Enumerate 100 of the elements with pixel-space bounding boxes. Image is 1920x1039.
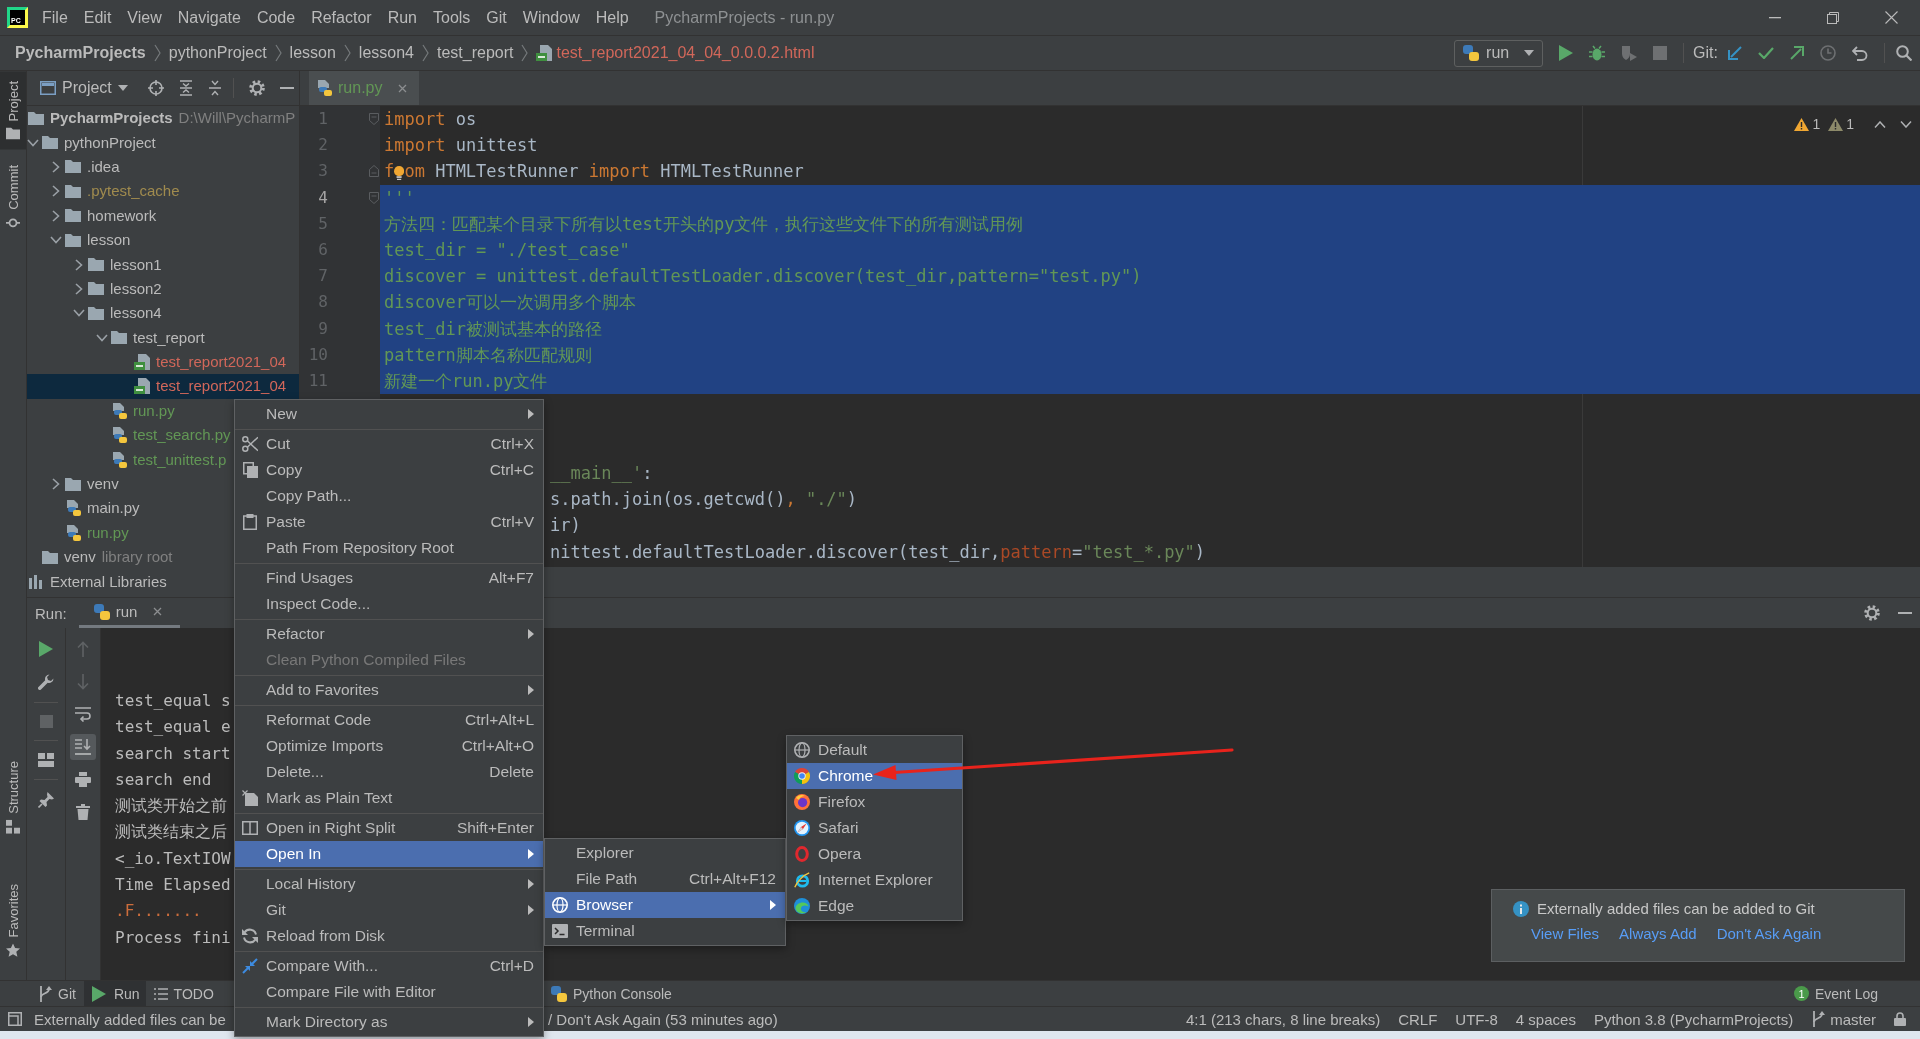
chevron-right-icon[interactable] — [75, 282, 83, 295]
minimize-icon[interactable] — [1769, 16, 1781, 19]
chevron-up-icon[interactable] — [1874, 120, 1886, 128]
chevron-down-icon[interactable] — [96, 333, 108, 342]
menu-item[interactable]: Local History — [235, 871, 543, 897]
tool-window-button[interactable]: Commit — [0, 155, 26, 241]
tree-item[interactable]: run.py — [50, 522, 129, 543]
tool-window-button[interactable]: Project — [0, 71, 26, 150]
tool-window-button[interactable]: Git — [32, 981, 82, 1006]
menu-item[interactable]: Refactor — [303, 0, 380, 35]
menu-item[interactable]: Git — [478, 0, 515, 35]
fold-marker-icon[interactable] — [369, 113, 379, 126]
notification-link[interactable]: View Files — [1531, 925, 1600, 942]
tree-item[interactable]: lesson — [50, 230, 131, 251]
menu-item[interactable]: Mark as Plain Text — [235, 785, 543, 811]
menu-item[interactable]: Git — [235, 897, 543, 923]
chevron-down-icon[interactable] — [73, 309, 85, 318]
breadcrumb[interactable]: pythonProject — [168, 44, 267, 62]
fold-marker-icon[interactable] — [369, 165, 379, 178]
menu-item[interactable]: Inspect Code... — [235, 591, 543, 617]
crosshair-icon[interactable] — [147, 80, 164, 96]
pin-icon[interactable] — [38, 792, 54, 808]
undo-icon[interactable] — [1852, 45, 1868, 61]
warning-icon[interactable] — [1828, 117, 1844, 131]
menu-item[interactable]: Open In — [235, 841, 543, 867]
tree-item[interactable]: lesson2 — [73, 278, 162, 299]
chevron-right-icon[interactable] — [75, 258, 83, 271]
problem-count[interactable]: 1 — [1846, 116, 1854, 132]
trash-icon[interactable] — [76, 804, 90, 820]
menu-item[interactable]: Path From Repository Root — [235, 535, 543, 561]
file-encoding[interactable]: UTF-8 — [1455, 1010, 1498, 1028]
chevron-right-icon[interactable] — [52, 209, 60, 222]
menu-item[interactable]: Find Usages Alt+F7 — [235, 565, 543, 591]
indent-setting[interactable]: 4 spaces — [1515, 1010, 1576, 1028]
chevron-right-icon[interactable] — [52, 478, 60, 491]
menu-item[interactable]: Compare With... Ctrl+D — [235, 953, 543, 979]
breadcrumb[interactable]: lesson4 — [358, 44, 414, 62]
menu-item[interactable]: Open in Right Split Shift+Enter — [235, 815, 543, 841]
tool-window-button[interactable]: Favorites — [0, 873, 26, 967]
arrow-up-right-icon[interactable] — [1790, 46, 1804, 60]
clock-icon[interactable] — [1820, 45, 1836, 61]
menu-item[interactable]: Internet Explorer — [787, 867, 962, 893]
close-icon[interactable] — [153, 607, 163, 616]
menu-item[interactable]: Default — [787, 737, 962, 763]
menu-item[interactable]: Copy Path... — [235, 483, 543, 509]
problem-count[interactable]: 1 — [1812, 116, 1821, 132]
status-message[interactable]: Externally added files can be — [34, 1010, 226, 1028]
bulb-icon[interactable] — [394, 165, 405, 181]
expand-all-icon[interactable] — [178, 80, 193, 96]
menu-item[interactable]: Cut Ctrl+X — [235, 431, 543, 457]
menu-item[interactable]: Opera — [787, 841, 962, 867]
search-icon[interactable] — [1896, 45, 1912, 61]
menu-item[interactable]: Help — [587, 0, 637, 35]
close-icon[interactable] — [1884, 11, 1898, 24]
scroll-to-end-button[interactable] — [70, 734, 96, 760]
interpreter[interactable]: Python 3.8 (PycharmProjects) — [1593, 1010, 1794, 1028]
shield-play-icon[interactable] — [1621, 45, 1638, 61]
collapse-all-icon[interactable] — [207, 80, 222, 96]
menu-item[interactable]: Code — [248, 0, 304, 35]
breadcrumb[interactable]: PycharmProjects — [15, 44, 146, 62]
chevron-down-icon[interactable] — [1900, 120, 1912, 128]
chevron-right-icon[interactable] — [52, 185, 60, 198]
printer-icon[interactable] — [75, 772, 91, 787]
menu-item[interactable]: Window — [514, 0, 588, 35]
tree-item[interactable]: run.py — [96, 400, 175, 421]
menu-item[interactable]: Mark Directory as — [235, 1009, 543, 1035]
tool-window-button[interactable]: Structure — [0, 750, 26, 844]
chevron-down-icon[interactable] — [27, 138, 39, 147]
menu-item[interactable]: Firefox — [787, 789, 962, 815]
tool-window-button[interactable]: Python Console — [545, 981, 678, 1006]
lock-icon[interactable] — [1894, 1012, 1906, 1026]
tree-item[interactable]: main.py — [50, 498, 140, 519]
gear-icon[interactable] — [1864, 605, 1880, 621]
layout-icon[interactable] — [38, 753, 54, 767]
tree-item[interactable]: PycharmProjects D:\Will\PycharmP — [27, 108, 296, 129]
bug-icon[interactable] — [1589, 45, 1606, 61]
warning-icon[interactable] — [1794, 117, 1810, 131]
menu-item[interactable]: Edge — [787, 893, 962, 919]
menu-item[interactable]: Chrome — [787, 763, 962, 789]
menu-item[interactable]: Optimize Imports Ctrl+Alt+O — [235, 733, 543, 759]
restore-icon[interactable] — [1827, 11, 1839, 24]
caret-position[interactable]: 4:1 (213 chars, 8 line breaks) — [1185, 1010, 1381, 1028]
notification-link[interactable]: Don't Ask Again — [1716, 925, 1822, 942]
menu-item[interactable]: Copy Ctrl+C — [235, 457, 543, 483]
menu-item[interactable]: Run — [379, 0, 425, 35]
tree-item[interactable]: lesson4 — [73, 303, 162, 324]
menu-item[interactable]: File — [34, 0, 76, 35]
menu-item[interactable]: Navigate — [169, 0, 249, 35]
menu-item[interactable]: New — [235, 401, 543, 427]
tree-item[interactable]: venv library root — [27, 547, 173, 568]
tree-item[interactable]: test_report2021_04 — [119, 352, 287, 373]
menu-item[interactable]: Add to Favorites — [235, 677, 543, 703]
event-log-button[interactable]: 1 Event Log — [1787, 981, 1884, 1006]
check-icon[interactable] — [1758, 47, 1774, 59]
menu-item[interactable]: Compare File with Editor — [235, 979, 543, 1005]
menu-item[interactable]: Terminal — [545, 918, 785, 944]
menu-item[interactable]: Reload from Disk — [235, 923, 543, 949]
breadcrumb[interactable]: test_report — [437, 44, 514, 62]
tree-item[interactable]: test_unittest.p — [96, 449, 227, 470]
arrow-down-left-icon[interactable] — [1728, 46, 1742, 60]
